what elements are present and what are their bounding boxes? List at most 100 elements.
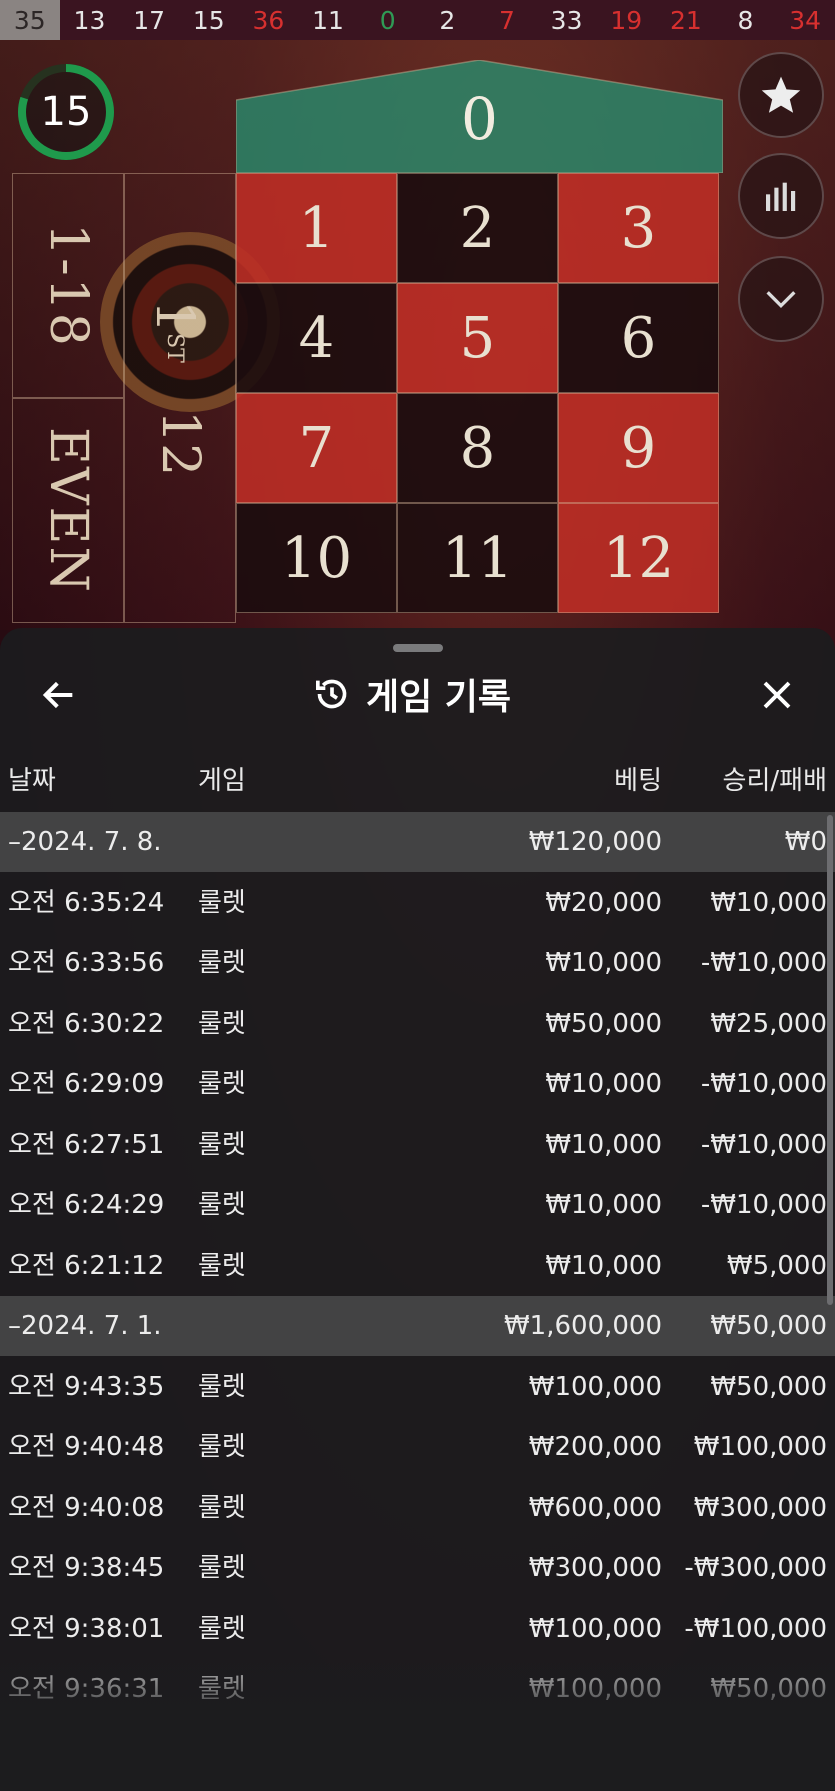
row-result: -₩10,000	[700, 1129, 827, 1160]
recent-result-number: 13	[73, 5, 106, 35]
row-bet: ₩10,000	[545, 1250, 662, 1281]
group-bet-total: ₩120,000	[528, 827, 662, 857]
column-header-bet: 베팅	[614, 766, 662, 796]
recent-result-number: 15	[192, 5, 225, 35]
panel-title: 게임 기록	[366, 677, 512, 718]
row-bet: ₩300,000	[528, 1553, 662, 1583]
group-result-total: ₩50,000	[710, 1311, 827, 1341]
history-row[interactable]: 오전 6:30:22 룰렛 ₩50,000 ₩25,000	[0, 994, 835, 1054]
recent-result-number: 36	[252, 5, 285, 35]
row-result: ₩10,000	[710, 887, 827, 918]
bet-spot-number[interactable]: 8	[397, 393, 558, 503]
collapse-button[interactable]	[738, 256, 824, 342]
row-bet: ₩10,000	[545, 1129, 662, 1160]
row-time: 오전 6:24:29	[8, 1190, 165, 1220]
group-date: –2024. 7. 1.	[8, 1311, 162, 1341]
row-bet: ₩200,000	[528, 1432, 662, 1462]
star-icon	[761, 76, 801, 113]
date-group-row[interactable]: –2024. 7. 8. ₩120,000 ₩0	[0, 812, 835, 872]
history-row[interactable]: 오전 6:24:29 룰렛 ₩10,000 -₩10,000	[0, 1175, 835, 1235]
column-header-result: 승리/패배	[722, 766, 827, 796]
first-dozen-suffix: ST	[162, 333, 187, 363]
row-time: 오전 6:27:51	[8, 1129, 165, 1160]
row-bet: ₩600,000	[528, 1492, 662, 1523]
panel-drag-handle[interactable]	[393, 644, 443, 652]
bet-spot-number[interactable]: 4	[236, 283, 397, 393]
row-result: -₩10,000	[700, 948, 827, 978]
row-game: 룰렛	[198, 1008, 246, 1039]
history-row[interactable]: 오전 6:21:12 룰렛 ₩10,000 ₩5,000	[0, 1236, 835, 1296]
chevron-down-icon	[766, 291, 796, 309]
bet-spot-even[interactable]: EVEN	[12, 398, 124, 623]
first-dozen-twelve: 12	[150, 410, 210, 477]
row-bet: ₩10,000	[545, 1190, 662, 1220]
row-result: -₩300,000	[684, 1553, 827, 1583]
row-bet: ₩20,000	[545, 887, 662, 918]
recent-result-number: 17	[133, 5, 165, 35]
back-button[interactable]	[36, 672, 82, 718]
bet-spot-number[interactable]: 7	[236, 393, 397, 503]
bet-spot-1-18[interactable]: 1-18	[12, 173, 124, 398]
group-bet-total: ₩1,600,000	[503, 1311, 662, 1341]
bet-spot-zero-label: 0	[461, 85, 498, 153]
statistics-button[interactable]	[738, 153, 824, 239]
row-game: 룰렛	[198, 1250, 246, 1281]
group-date: –2024. 7. 8.	[8, 827, 162, 857]
bet-spot-number[interactable]: 9	[558, 393, 719, 503]
history-row[interactable]: 오전 9:40:08 룰렛 ₩600,000 ₩300,000	[0, 1478, 835, 1538]
bet-spot-number[interactable]: 11	[397, 503, 558, 613]
recent-result-number: 19	[610, 5, 643, 35]
row-time: 오전 6:21:12	[8, 1250, 165, 1281]
history-row[interactable]: 오전 9:40:48 룰렛 ₩200,000 ₩100,000	[0, 1417, 835, 1477]
row-result: -₩10,000	[700, 1190, 827, 1220]
row-time: 오전 6:30:22	[8, 1008, 165, 1039]
row-result: ₩5,000	[726, 1250, 827, 1281]
history-row[interactable]: 오전 9:38:45 룰렛 ₩300,000 -₩300,000	[0, 1538, 835, 1598]
row-time: 오전 6:33:56	[8, 948, 165, 978]
row-result: -₩10,000	[700, 1069, 827, 1099]
arrow-left-icon	[42, 681, 73, 709]
bet-spot-number[interactable]: 5	[397, 283, 558, 393]
row-game: 룰렛	[198, 1492, 246, 1523]
recent-result-number: 35	[0, 0, 60, 40]
row-result: ₩25,000	[710, 1008, 827, 1039]
history-row[interactable]: 오전 6:35:24 룰렛 ₩20,000 ₩10,000	[0, 873, 835, 933]
row-bet: ₩10,000	[545, 948, 662, 978]
history-row[interactable]: 오전 6:33:56 룰렛 ₩10,000 -₩10,000	[0, 933, 835, 993]
row-game: 룰렛	[198, 1371, 246, 1402]
history-row[interactable]: 오전 6:27:51 룰렛 ₩10,000 -₩10,000	[0, 1115, 835, 1175]
bet-spot-number[interactable]: 12	[558, 503, 719, 613]
history-icon	[316, 679, 347, 709]
history-row[interactable]: 오전 9:43:35 룰렛 ₩100,000 ₩50,000	[0, 1357, 835, 1417]
favorites-button[interactable]	[738, 52, 824, 138]
bet-spot-number[interactable]: 2	[397, 173, 558, 283]
bet-spot-number[interactable]: 10	[236, 503, 397, 613]
group-result-total: ₩0	[784, 827, 827, 857]
row-bet: ₩100,000	[528, 1371, 662, 1402]
recent-result-number: 2	[439, 5, 456, 35]
bet-spot-first-dozen[interactable]	[124, 173, 236, 623]
bottom-fade	[0, 1640, 835, 1791]
recent-results-bar: 35 13 17 15 36 11 0 2 7 33 19 21 8 34	[0, 0, 835, 40]
row-time: 오전 9:38:45	[8, 1553, 165, 1583]
recent-result-number: 0	[379, 5, 396, 35]
recent-result-number: 8	[737, 5, 754, 35]
close-button[interactable]	[752, 670, 802, 720]
row-result: ₩100,000	[693, 1432, 827, 1462]
date-group-row[interactable]: –2024. 7. 1. ₩1,600,000 ₩50,000	[0, 1296, 835, 1356]
recent-result-number: 21	[669, 5, 702, 35]
row-bet: ₩50,000	[545, 1008, 662, 1039]
bet-spot-number[interactable]: 1	[236, 173, 397, 283]
close-icon	[763, 681, 791, 709]
first-dozen-label: 1ST	[144, 300, 204, 363]
history-row[interactable]: 오전 6:29:09 룰렛 ₩10,000 -₩10,000	[0, 1054, 835, 1114]
bet-spot-number[interactable]: 3	[558, 173, 719, 283]
recent-result-number: 11	[312, 5, 344, 35]
scrollbar[interactable]	[827, 815, 833, 1305]
row-game: 룰렛	[198, 948, 246, 978]
row-time: 오전 9:43:35	[8, 1371, 165, 1402]
bet-spot-number[interactable]: 6	[558, 283, 719, 393]
bet-spot-even-label: EVEN	[38, 427, 98, 594]
row-time: 오전 9:40:08	[8, 1492, 165, 1523]
row-game: 룰렛	[198, 1129, 246, 1160]
